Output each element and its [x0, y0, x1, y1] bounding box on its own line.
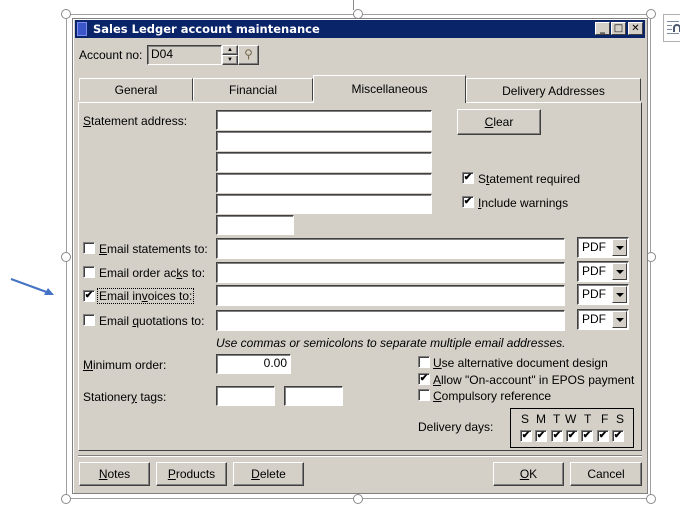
layout-options-icon[interactable] [663, 14, 680, 42]
tab-financial[interactable]: Financial [193, 78, 313, 101]
statement-address-line-4[interactable] [216, 173, 432, 193]
compulsory-reference-checkbox[interactable] [418, 389, 430, 401]
minimum-order-label: Minimum order: [83, 358, 167, 372]
binoculars-icon[interactable]: ⚲ [238, 45, 259, 65]
stationery-tag-2-field[interactable] [284, 386, 343, 406]
email-order-acks-field[interactable] [216, 262, 565, 283]
statement-address-line-5[interactable] [216, 194, 432, 214]
account-no-field[interactable]: D04 [147, 45, 222, 65]
day-checkbox-tue[interactable]: ✔ [551, 430, 563, 442]
resize-handle[interactable] [646, 494, 656, 504]
minimum-order-field[interactable]: 0.00 [216, 354, 291, 374]
rotate-handle-stem [353, 0, 354, 10]
tab-delivery-addresses[interactable]: Delivery Addresses [466, 78, 641, 101]
footer-divider [78, 455, 642, 457]
alternative-document-design-label: Use alternative document design [433, 356, 608, 370]
email-order-acks-label: Email order acks to: [99, 266, 206, 280]
day-label-mon: M [536, 412, 546, 426]
include-warnings-checkbox[interactable]: ✔ [462, 196, 474, 208]
resize-handle[interactable] [61, 494, 71, 504]
email-statements-label: Email statements to: [99, 242, 208, 256]
email-quotations-checkbox[interactable] [83, 314, 95, 326]
tab-general[interactable]: General [79, 78, 193, 101]
statement-postcode-field[interactable] [216, 215, 294, 235]
close-button[interactable]: ✕ [628, 22, 643, 35]
resize-handle[interactable] [61, 9, 71, 19]
email-order-acks-format-select[interactable]: PDF [577, 261, 629, 282]
window-title: Sales Ledger account maintenance [93, 22, 320, 36]
tab-miscellaneous[interactable]: Miscellaneous [313, 75, 466, 103]
chevron-down-icon[interactable] [612, 239, 627, 256]
delete-button[interactable]: Delete [233, 462, 304, 486]
email-statements-format-select[interactable]: PDF [577, 237, 629, 258]
email-statements-field[interactable] [216, 238, 565, 259]
chevron-down-icon[interactable] [612, 311, 627, 328]
delivery-days-group: S M T W T F S ✔ ✔ ✔ ✔ ✔ ✔ ✔ [510, 408, 634, 448]
day-checkbox-sat[interactable]: ✔ [612, 430, 624, 442]
cancel-button[interactable]: Cancel [570, 462, 642, 486]
email-invoices-format-select[interactable]: PDF [577, 284, 629, 305]
title-bar[interactable]: Sales Ledger account maintenance _ □ ✕ [75, 20, 645, 38]
resize-handle[interactable] [353, 494, 363, 504]
compulsory-reference-label: Compulsory reference [433, 389, 552, 403]
app-icon [77, 22, 87, 36]
statement-address-line-3[interactable] [216, 152, 432, 172]
alternative-document-design-checkbox[interactable] [418, 356, 430, 368]
day-checkbox-fri[interactable]: ✔ [597, 430, 609, 442]
minimize-button[interactable]: _ [595, 22, 610, 35]
products-button[interactable]: Products [156, 462, 227, 486]
ok-button[interactable]: OK [493, 462, 564, 486]
day-checkbox-thu[interactable]: ✔ [581, 430, 593, 442]
day-checkbox-sun[interactable]: ✔ [520, 430, 532, 442]
statement-address-line-2[interactable] [216, 131, 432, 151]
delivery-days-label: Delivery days: [418, 420, 494, 434]
email-hint-text: Use commas or semicolons to separate mul… [216, 336, 566, 350]
annotation-arrow [10, 278, 54, 295]
statement-required-label: Statement required [478, 172, 581, 186]
email-quotations-field[interactable] [216, 310, 565, 331]
allow-on-account-checkbox[interactable]: ✔ [418, 373, 430, 385]
statement-address-label: Statement address: [83, 114, 188, 128]
account-up-button[interactable]: ▲ [222, 45, 238, 55]
account-no-label: Account no: [79, 48, 143, 62]
chevron-down-icon[interactable] [612, 286, 627, 303]
email-quotations-label: Email quotations to: [99, 314, 205, 328]
day-label-wed: W [565, 412, 577, 426]
email-invoices-label: Email invoices to: [97, 288, 195, 304]
email-invoices-field[interactable] [216, 285, 565, 306]
resize-handle[interactable] [61, 252, 71, 262]
day-label-thu: T [584, 412, 592, 426]
maximize-button[interactable]: □ [611, 22, 626, 35]
account-down-button[interactable]: ▼ [222, 55, 238, 65]
clear-button[interactable]: Clear [457, 109, 541, 135]
notes-button[interactable]: Notes [79, 462, 150, 486]
day-checkbox-wed[interactable]: ✔ [566, 430, 578, 442]
include-warnings-label: Include warnings [478, 196, 569, 210]
email-invoices-checkbox[interactable]: ✔ [83, 290, 95, 302]
stationery-tag-1-field[interactable] [216, 386, 275, 406]
chevron-down-icon[interactable] [612, 263, 627, 280]
day-label-sun: S [521, 412, 530, 426]
day-checkbox-mon[interactable]: ✔ [535, 430, 547, 442]
statement-address-line-1[interactable] [216, 110, 432, 130]
day-label-fri: F [601, 412, 609, 426]
email-order-acks-checkbox[interactable] [83, 266, 95, 278]
statement-required-checkbox[interactable]: ✔ [462, 172, 474, 184]
email-quotations-format-select[interactable]: PDF [577, 309, 629, 330]
day-label-sat: S [616, 412, 625, 426]
day-label-tue: T [553, 412, 561, 426]
email-statements-checkbox[interactable] [83, 242, 95, 254]
allow-on-account-label: Allow "On-account" in EPOS payment [433, 373, 635, 387]
stationery-tags-label: Stationery tags: [83, 390, 167, 404]
